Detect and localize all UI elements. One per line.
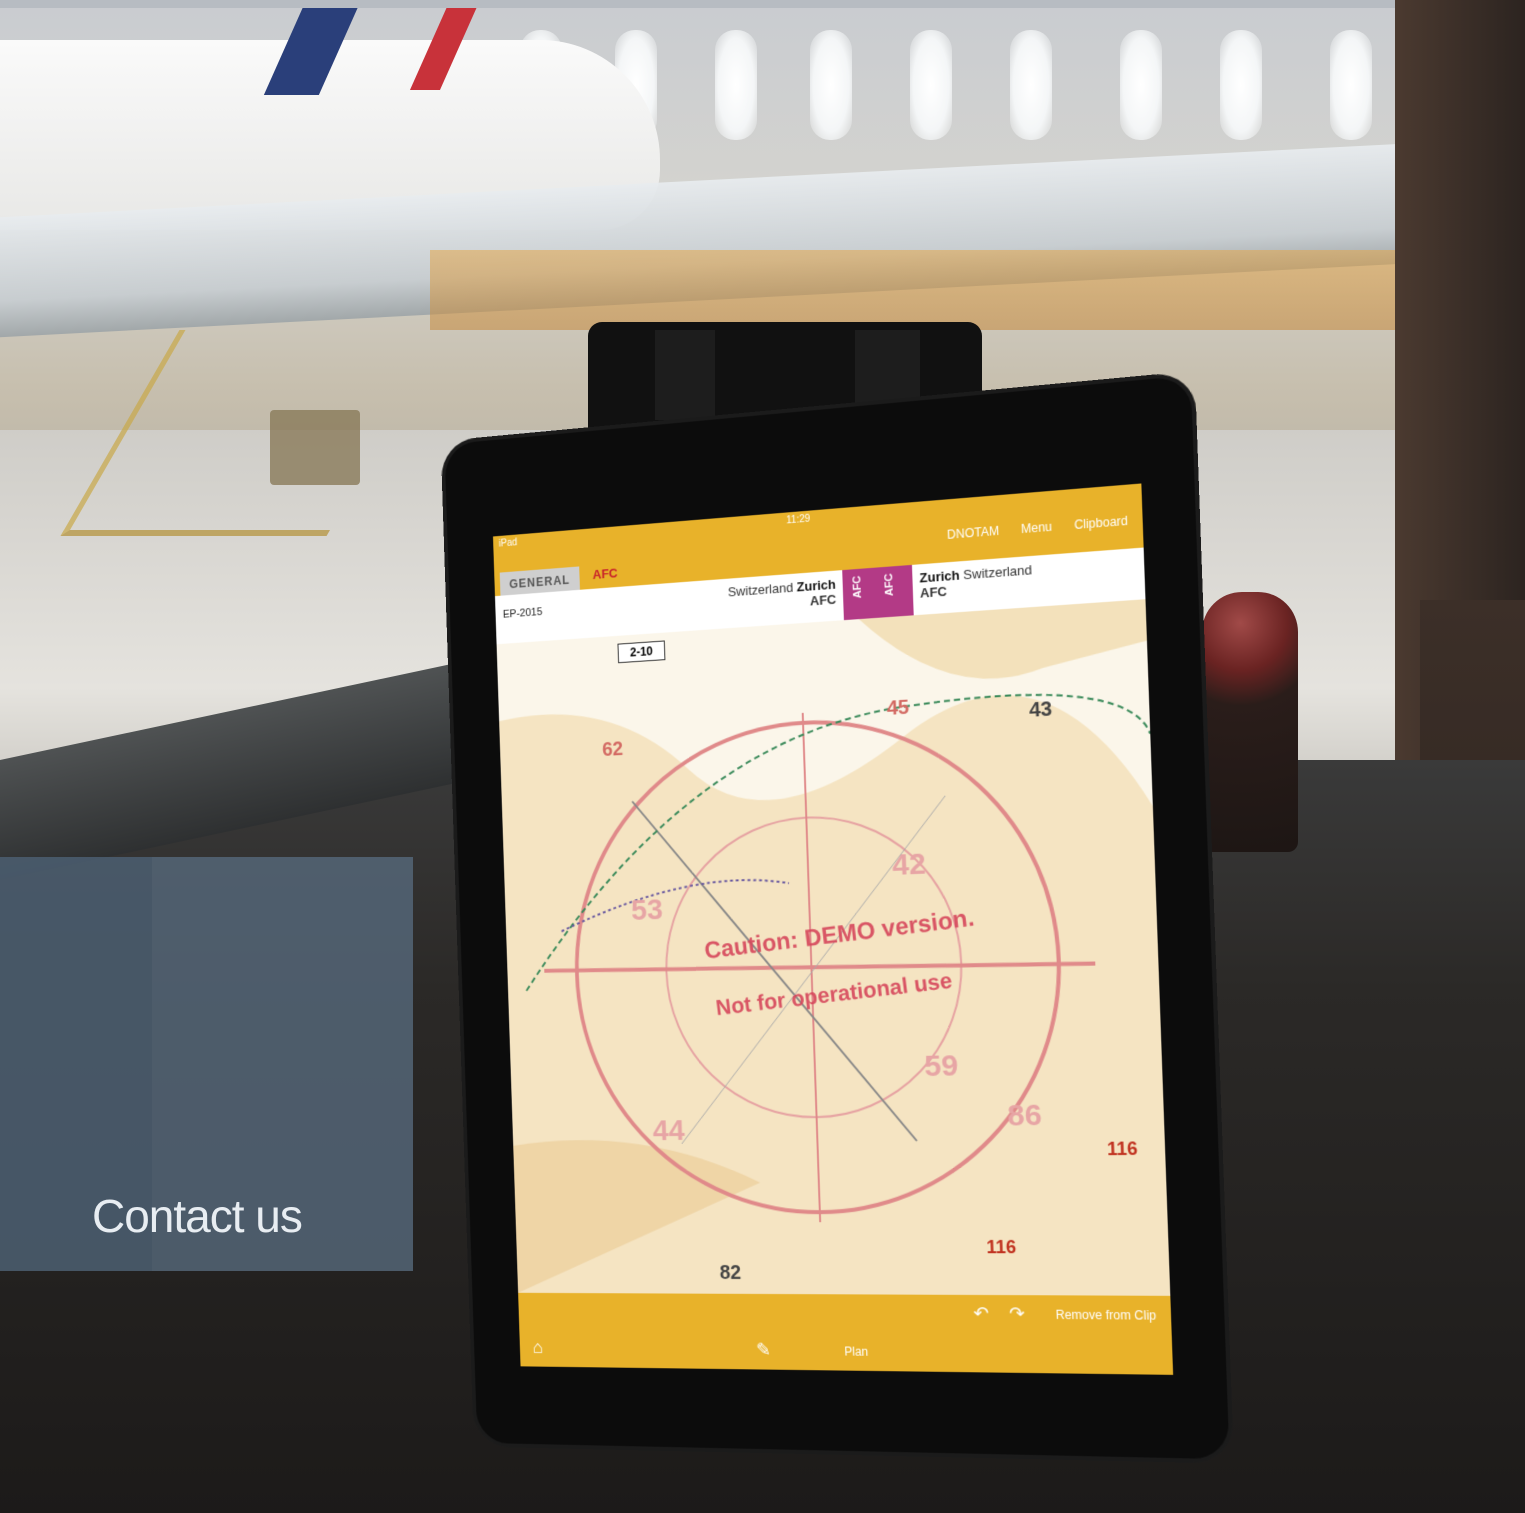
remove-from-clip-button[interactable]: Remove from Clip (1055, 1308, 1156, 1323)
tablet: iPad 11:29 GENERAL AFC DNOTAM Menu Clipb… (444, 375, 1229, 1459)
cockpit-photo: iPad 11:29 GENERAL AFC DNOTAM Menu Clipb… (0, 0, 1525, 1513)
tab-afc[interactable]: AFC (592, 565, 618, 582)
chart-page-box: 2-10 (617, 640, 665, 663)
afc-label: AFC (852, 575, 865, 599)
app-toolbar: ⌂ ✎ Plan (519, 1330, 1173, 1375)
tablet-bezel: iPad 11:29 GENERAL AFC DNOTAM Menu Clipb… (444, 375, 1229, 1459)
departure-airport[interactable]: Switzerland Zurich AFC (709, 577, 837, 616)
altitude-label: 116 (986, 1237, 1016, 1258)
tablet-screen: iPad 11:29 GENERAL AFC DNOTAM Menu Clipb… (493, 483, 1173, 1374)
plan-tab[interactable]: Plan (844, 1344, 868, 1358)
altitude-label: 42 (892, 847, 927, 883)
altitude-label: 86 (1007, 1098, 1043, 1133)
chart-code: EP-2015 (503, 606, 543, 620)
clock-label: 11:29 (786, 514, 810, 527)
ground-cart (270, 410, 360, 485)
edit-icon[interactable]: ✎ (756, 1340, 771, 1361)
window-frame (0, 0, 1525, 8)
altitude-label: 116 (1107, 1138, 1138, 1160)
altitude-label: 53 (631, 893, 664, 928)
clipboard-link[interactable]: Clipboard (1074, 514, 1128, 533)
throttle-knob (1202, 592, 1298, 852)
top-links: DNOTAM Menu Clipboard (929, 514, 1128, 544)
home-icon[interactable]: ⌂ (532, 1337, 543, 1357)
undo-icon[interactable]: ↶ (973, 1303, 989, 1324)
altitude-label: 59 (924, 1049, 959, 1084)
arrival-city: Zurich (919, 567, 960, 585)
mount-strap (655, 330, 715, 420)
altitude-label: 44 (652, 1114, 685, 1148)
arrival-airport[interactable]: Zurich Switzerland AFC (919, 562, 1033, 601)
altitude-label: 62 (602, 738, 624, 762)
menu-link[interactable]: Menu (1021, 520, 1052, 537)
redo-icon[interactable]: ↷ (1009, 1303, 1025, 1325)
carrier-label: iPad (499, 537, 518, 549)
hangar-gantry (430, 250, 1420, 330)
contact-us-link[interactable]: Contact us (92, 1189, 302, 1243)
afc-indicator: AFC AFC (842, 565, 914, 620)
altitude-label: 45 (886, 696, 909, 720)
contact-panel[interactable]: Contact us (0, 857, 413, 1271)
altitude-label: 43 (1029, 698, 1053, 723)
dnotam-link[interactable]: DNOTAM (947, 524, 1000, 542)
altitude-label: 82 (719, 1262, 741, 1285)
approach-chart[interactable]: 2-10 62 45 43 42 53 59 44 86 116 116 82 … (497, 599, 1171, 1296)
chart-action-bar: ↶ ↷ Remove from Clip (518, 1293, 1172, 1336)
afc-label: AFC (883, 573, 896, 597)
